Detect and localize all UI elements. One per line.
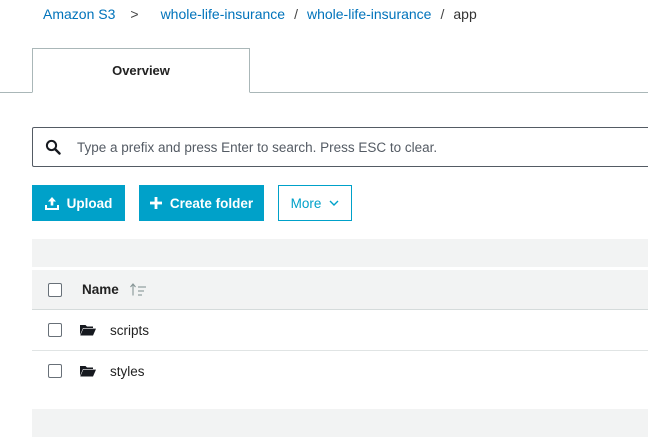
- sort-ascending-icon[interactable]: [129, 282, 147, 297]
- breadcrumb-link-bucket[interactable]: whole-life-insurance: [161, 6, 286, 22]
- search-icon: [45, 139, 61, 155]
- breadcrumb-current: app: [453, 6, 477, 22]
- search-input[interactable]: [75, 138, 648, 156]
- table-row: styles: [32, 351, 648, 391]
- upload-icon: [44, 196, 59, 210]
- table-header: Name: [32, 270, 648, 310]
- folder-icon: [80, 324, 96, 336]
- upload-button-label: Upload: [66, 195, 113, 211]
- breadcrumb-separator: >: [130, 6, 139, 22]
- breadcrumb-separator: /: [294, 6, 298, 22]
- column-header-name-label: Name: [82, 282, 119, 297]
- chevron-down-icon: [329, 200, 339, 206]
- s3-console-page: Amazon S3 > whole-life-insurance / whole…: [0, 0, 648, 448]
- row-checkbox[interactable]: [48, 323, 62, 337]
- search-box: [32, 127, 648, 167]
- table-footer-bar: [32, 409, 648, 437]
- column-header-name[interactable]: Name: [82, 282, 147, 297]
- breadcrumb: Amazon S3 > whole-life-insurance / whole…: [43, 0, 477, 28]
- more-button-label: More: [290, 195, 322, 211]
- row-checkbox[interactable]: [48, 364, 62, 378]
- table-row: scripts: [32, 310, 648, 351]
- more-dropdown-button[interactable]: More: [278, 185, 352, 221]
- breadcrumb-link-amazon-s3[interactable]: Amazon S3: [43, 6, 115, 22]
- create-folder-button[interactable]: Create folder: [139, 185, 264, 221]
- create-folder-button-label: Create folder: [169, 195, 254, 211]
- folder-icon: [80, 365, 96, 377]
- plus-icon: [149, 197, 162, 209]
- breadcrumb-link-folder[interactable]: whole-life-insurance: [307, 6, 432, 22]
- upload-button[interactable]: Upload: [32, 185, 125, 221]
- tab-overview[interactable]: Overview: [32, 48, 250, 93]
- row-name-link[interactable]: scripts: [110, 323, 149, 338]
- row-name-link[interactable]: styles: [110, 364, 145, 379]
- table-toolbar-bar: [32, 239, 648, 267]
- breadcrumb-separator: /: [440, 6, 445, 22]
- select-all-checkbox[interactable]: [48, 282, 62, 297]
